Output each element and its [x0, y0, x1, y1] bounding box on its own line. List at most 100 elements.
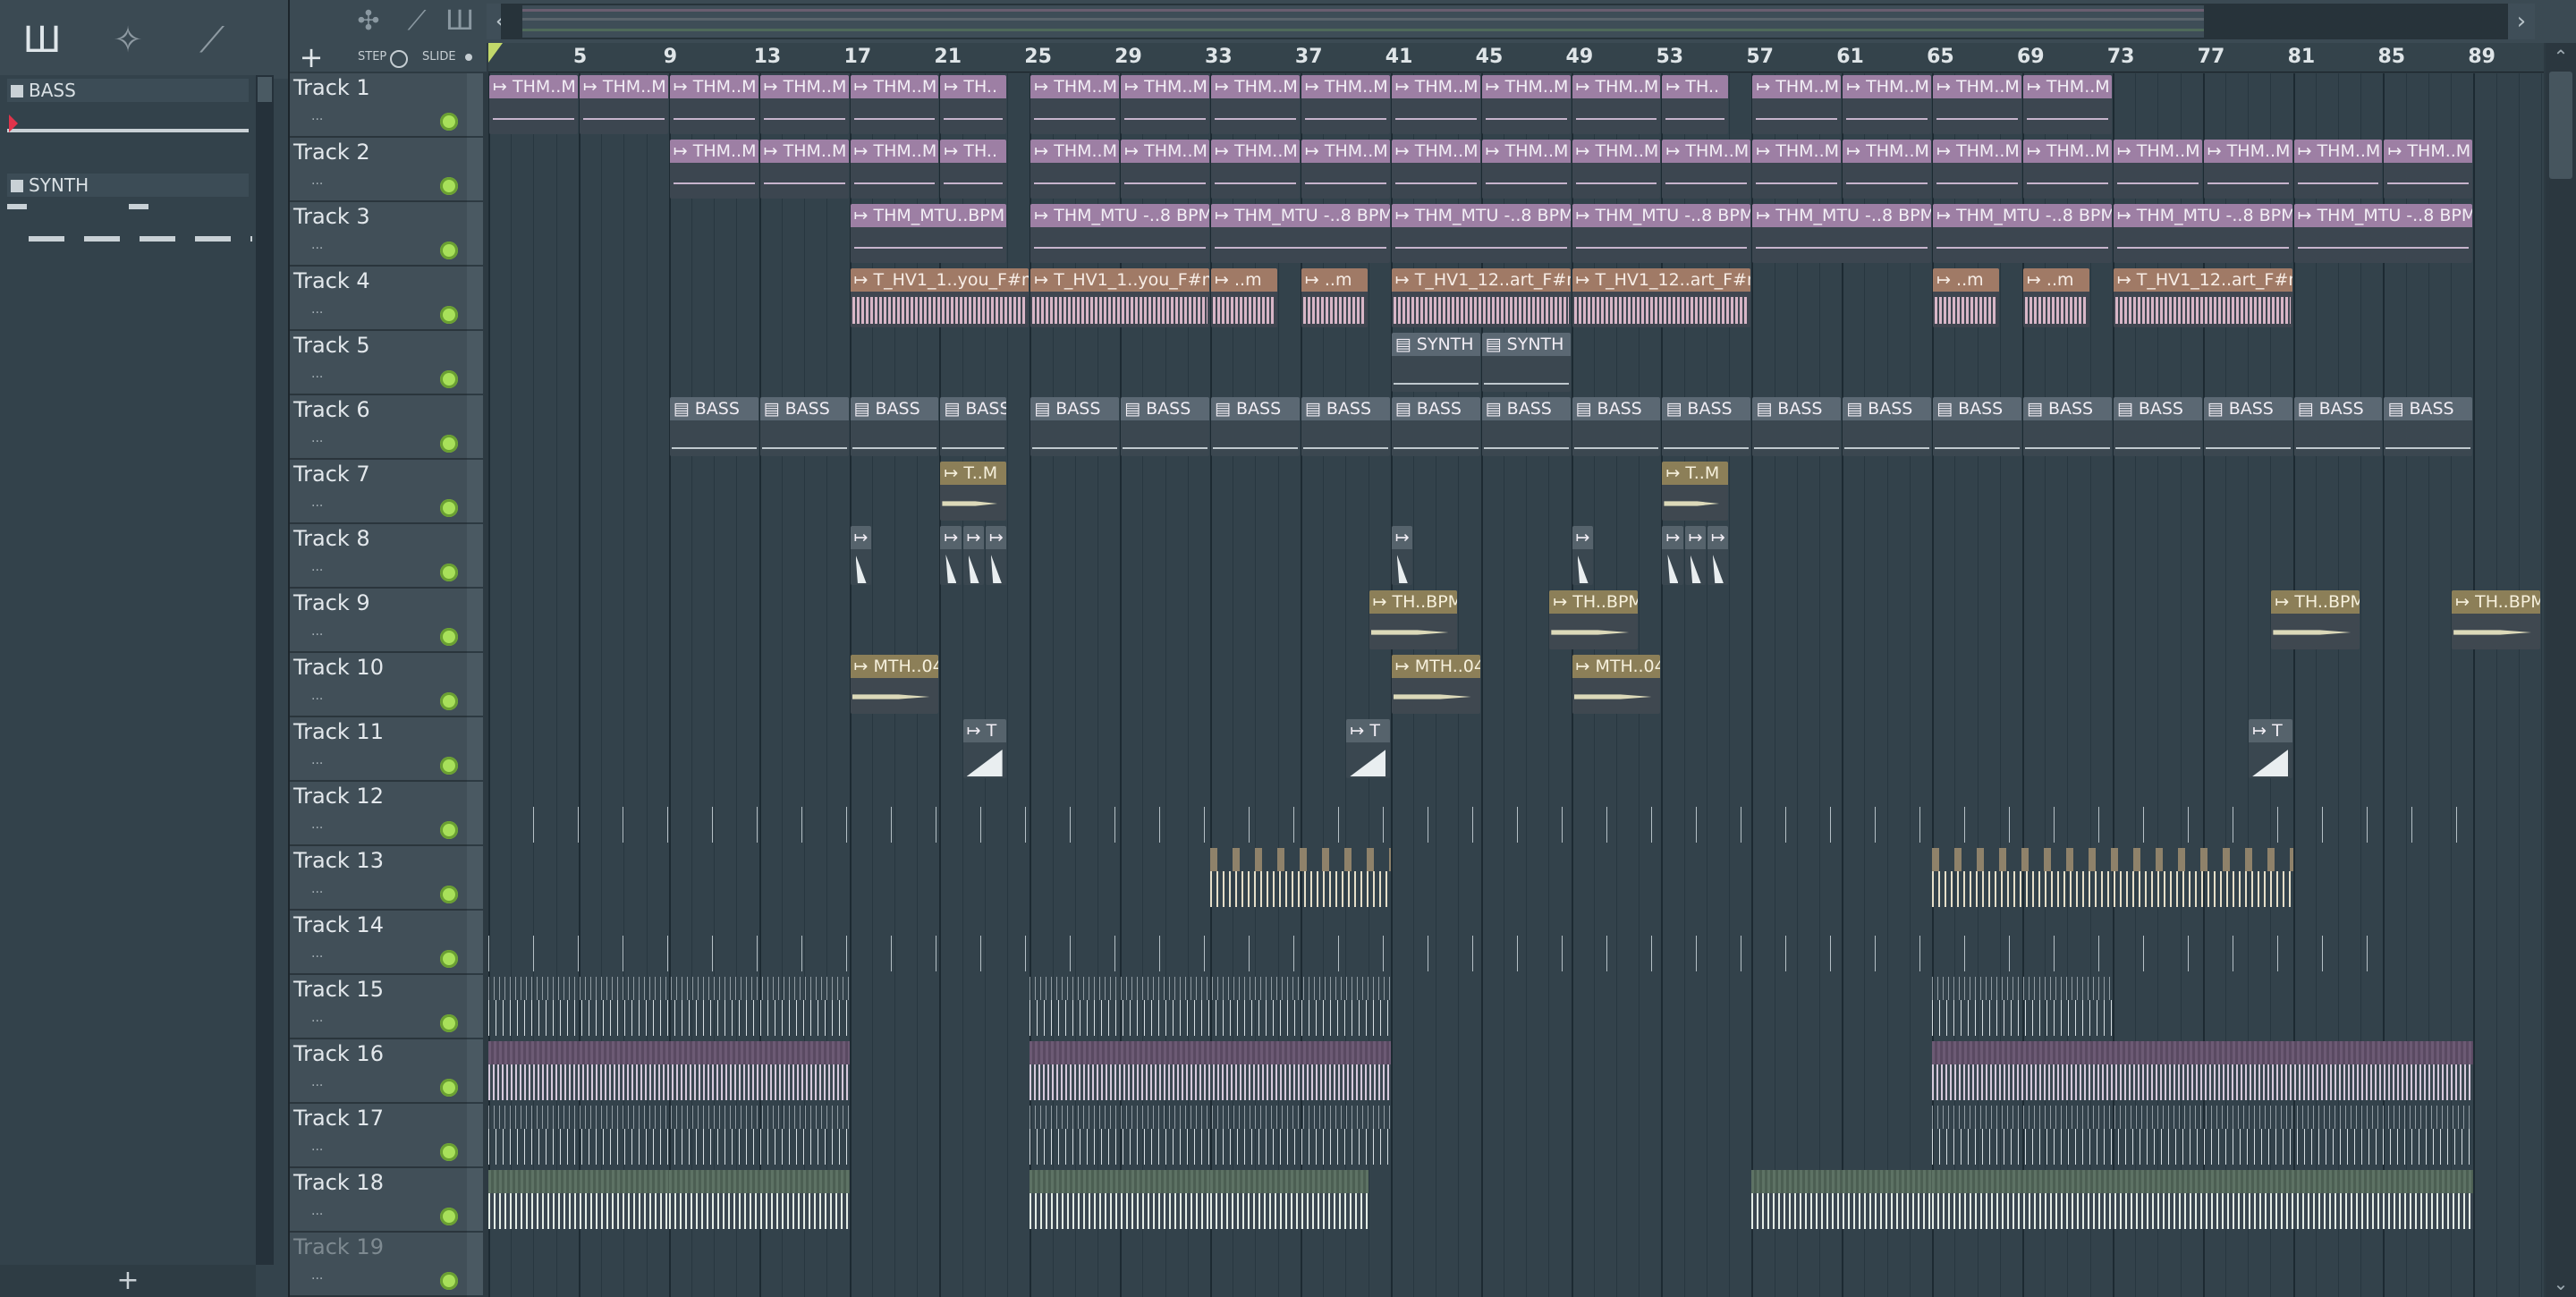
playlist-clip[interactable]: ↦ MTH..04 — [1391, 655, 1480, 714]
track-resize-handle[interactable] — [467, 846, 483, 909]
track-lane[interactable] — [488, 589, 2544, 655]
playlist-clip[interactable]: ↦ — [1684, 526, 1706, 585]
track-mute-led[interactable] — [440, 306, 458, 324]
playlist-clip[interactable]: ↦ THM..M — [1481, 75, 1571, 134]
clip-region[interactable] — [1932, 1106, 2474, 1165]
track-resize-handle[interactable] — [467, 73, 483, 136]
clip-region[interactable] — [1932, 1170, 2474, 1229]
track-options[interactable]: ... — [311, 946, 323, 961]
playlist-clip[interactable]: ↦ THM_MTU -..8 BPM — [2113, 204, 2292, 263]
clip-region[interactable] — [1210, 1170, 1368, 1229]
track-header[interactable]: Track 16... — [290, 1039, 467, 1104]
track-options[interactable]: ... — [311, 174, 323, 188]
track-resize-handle[interactable] — [467, 524, 483, 587]
playlist-clip[interactable]: ↦ THM..M — [2384, 140, 2473, 199]
track-header[interactable]: Track 14... — [290, 911, 467, 975]
playlist-clip[interactable]: ↦ THM_MTU -..8 BPM — [1211, 204, 1390, 263]
track-lane[interactable] — [488, 653, 2544, 719]
track-mute-led[interactable] — [440, 1143, 458, 1161]
playlist-clip[interactable]: ↦ — [1707, 526, 1729, 585]
scroll-right-button[interactable]: › — [2508, 4, 2535, 39]
playlist-clip[interactable]: ▤ BASS — [1933, 397, 2021, 456]
playlist-clip[interactable]: ↦ THM..M — [579, 75, 668, 134]
playlist-clip[interactable]: ↦ TH..BPM — [2452, 590, 2540, 649]
playlist-clip[interactable]: ↦ THM_MTU -..8 BPM — [2293, 204, 2473, 263]
playlist-clip[interactable]: ▤ BASS — [1211, 397, 1300, 456]
clip-region[interactable] — [1932, 977, 2113, 1036]
playlist-overview[interactable] — [501, 4, 2531, 39]
clip-region[interactable] — [1210, 848, 1391, 907]
piano-roll-clip-icon[interactable]: Ш — [442, 5, 478, 38]
track-mute-led[interactable] — [440, 435, 458, 453]
playlist-clip[interactable]: ▤ BASS — [759, 397, 849, 456]
playlist-clip[interactable]: ↦ THM..M — [2293, 140, 2383, 199]
playlist-clip[interactable]: ↦ THM..M — [1481, 140, 1571, 199]
track-lane[interactable] — [488, 460, 2544, 526]
playlist-clip[interactable]: ▤ BASS — [1572, 397, 1661, 456]
playlist-clip[interactable]: ▤ BASS — [1030, 397, 1120, 456]
clip-region[interactable] — [1932, 1041, 2474, 1100]
track-options[interactable]: ... — [311, 1204, 323, 1218]
track-header[interactable]: Track 3... — [290, 202, 467, 267]
playlist-clip[interactable]: ↦ TH..BPM — [2271, 590, 2360, 649]
clip-region[interactable] — [1030, 1170, 1211, 1229]
track-header[interactable]: Track 5... — [290, 331, 467, 395]
track-lane[interactable] — [488, 524, 2544, 590]
track-header[interactable]: Track 19... — [290, 1233, 467, 1297]
playlist-clip[interactable]: ↦ THM..M — [489, 75, 578, 134]
track-mute-led[interactable] — [440, 692, 458, 710]
track-header[interactable]: Track 13... — [290, 846, 467, 911]
playlist-clip[interactable]: ▤ SYNTH — [1481, 333, 1571, 392]
playlist-clip[interactable]: ↦ THM..M — [1030, 140, 1120, 199]
graph-editor-icon[interactable]: ✧ — [106, 18, 150, 63]
scroll-grip[interactable] — [2549, 72, 2572, 179]
track-mute-led[interactable] — [440, 1272, 458, 1290]
track-header[interactable]: Track 9... — [290, 589, 467, 653]
playlist-clip[interactable]: ↦ THM..M — [669, 140, 758, 199]
track-options[interactable]: ... — [311, 238, 323, 252]
playlist-clip[interactable]: ↦ THM..M — [759, 75, 849, 134]
playlist-clip[interactable]: ↦ THM_MTU..BPM — [850, 204, 1007, 263]
playlist-clip[interactable]: ↦ THM_MTU -..8 BPM — [1391, 204, 1571, 263]
track-header[interactable]: Track 11... — [290, 717, 467, 782]
track-options[interactable]: ... — [311, 1268, 323, 1283]
track-mute-led[interactable] — [440, 1014, 458, 1032]
playlist-clip[interactable]: ↦ THM..M — [1752, 75, 1842, 134]
playlist-clip[interactable]: ▤ BASS — [2203, 397, 2292, 456]
scroll-up-icon[interactable]: ⌃ — [2546, 43, 2576, 70]
playlist-clip[interactable]: ↦ — [1391, 526, 1413, 585]
clip-region[interactable] — [488, 1170, 669, 1229]
playlist-clip[interactable]: ▤ BASS — [940, 397, 1007, 456]
playlist-clip[interactable]: ▤ BASS — [1752, 397, 1842, 456]
pattern-item-bass[interactable]: BASS — [7, 79, 249, 102]
playlist-clip[interactable]: ▤ BASS — [2293, 397, 2383, 456]
track-resize-handle[interactable] — [467, 395, 483, 458]
playlist-clip[interactable]: ↦ T_HV1_12..art_F#m — [1572, 268, 1751, 327]
clip-region[interactable] — [1030, 977, 1391, 1036]
playlist-vertical-scrollbar[interactable]: ⌃ ⌄ — [2546, 43, 2576, 1297]
track-header[interactable]: Track 15... — [290, 975, 467, 1039]
track-header[interactable]: Track 8... — [290, 524, 467, 589]
track-lane[interactable] — [488, 717, 2544, 784]
playlist-clip[interactable]: ▤ BASS — [2022, 397, 2112, 456]
playlist-clip[interactable]: ↦ ..m — [1211, 268, 1277, 327]
playlist-clip[interactable]: ▤ BASS — [1843, 397, 1932, 456]
playlist-clip[interactable]: ↦ THM..M — [1933, 75, 2021, 134]
playlist-clip[interactable]: ↦ THM..M — [850, 75, 939, 134]
track-mute-led[interactable] — [440, 242, 458, 259]
clip-region[interactable] — [1932, 848, 2293, 907]
playlist-clip[interactable]: ↦ T_HV1_1..you_F#m — [850, 268, 1030, 327]
track-resize-handle[interactable] — [467, 202, 483, 265]
playlist-clip[interactable]: ↦ THM..M — [1572, 140, 1661, 199]
playlist-clip[interactable]: ↦ MTH..04 — [850, 655, 939, 714]
track-resize-handle[interactable] — [467, 653, 483, 716]
playlist-clip[interactable]: ↦ THM..M — [1211, 140, 1300, 199]
audio-clip-icon[interactable]: ✣ — [351, 5, 386, 38]
playlist-clip[interactable]: ↦ THM..M — [1211, 75, 1300, 134]
add-track-button[interactable]: + — [295, 43, 327, 72]
clip-region[interactable] — [1030, 1106, 1391, 1165]
playlist-clip[interactable]: ↦ TH.. — [1662, 75, 1729, 134]
track-options[interactable]: ... — [311, 1011, 323, 1025]
track-mute-led[interactable] — [440, 113, 458, 131]
track-lane[interactable] — [488, 1233, 2544, 1297]
